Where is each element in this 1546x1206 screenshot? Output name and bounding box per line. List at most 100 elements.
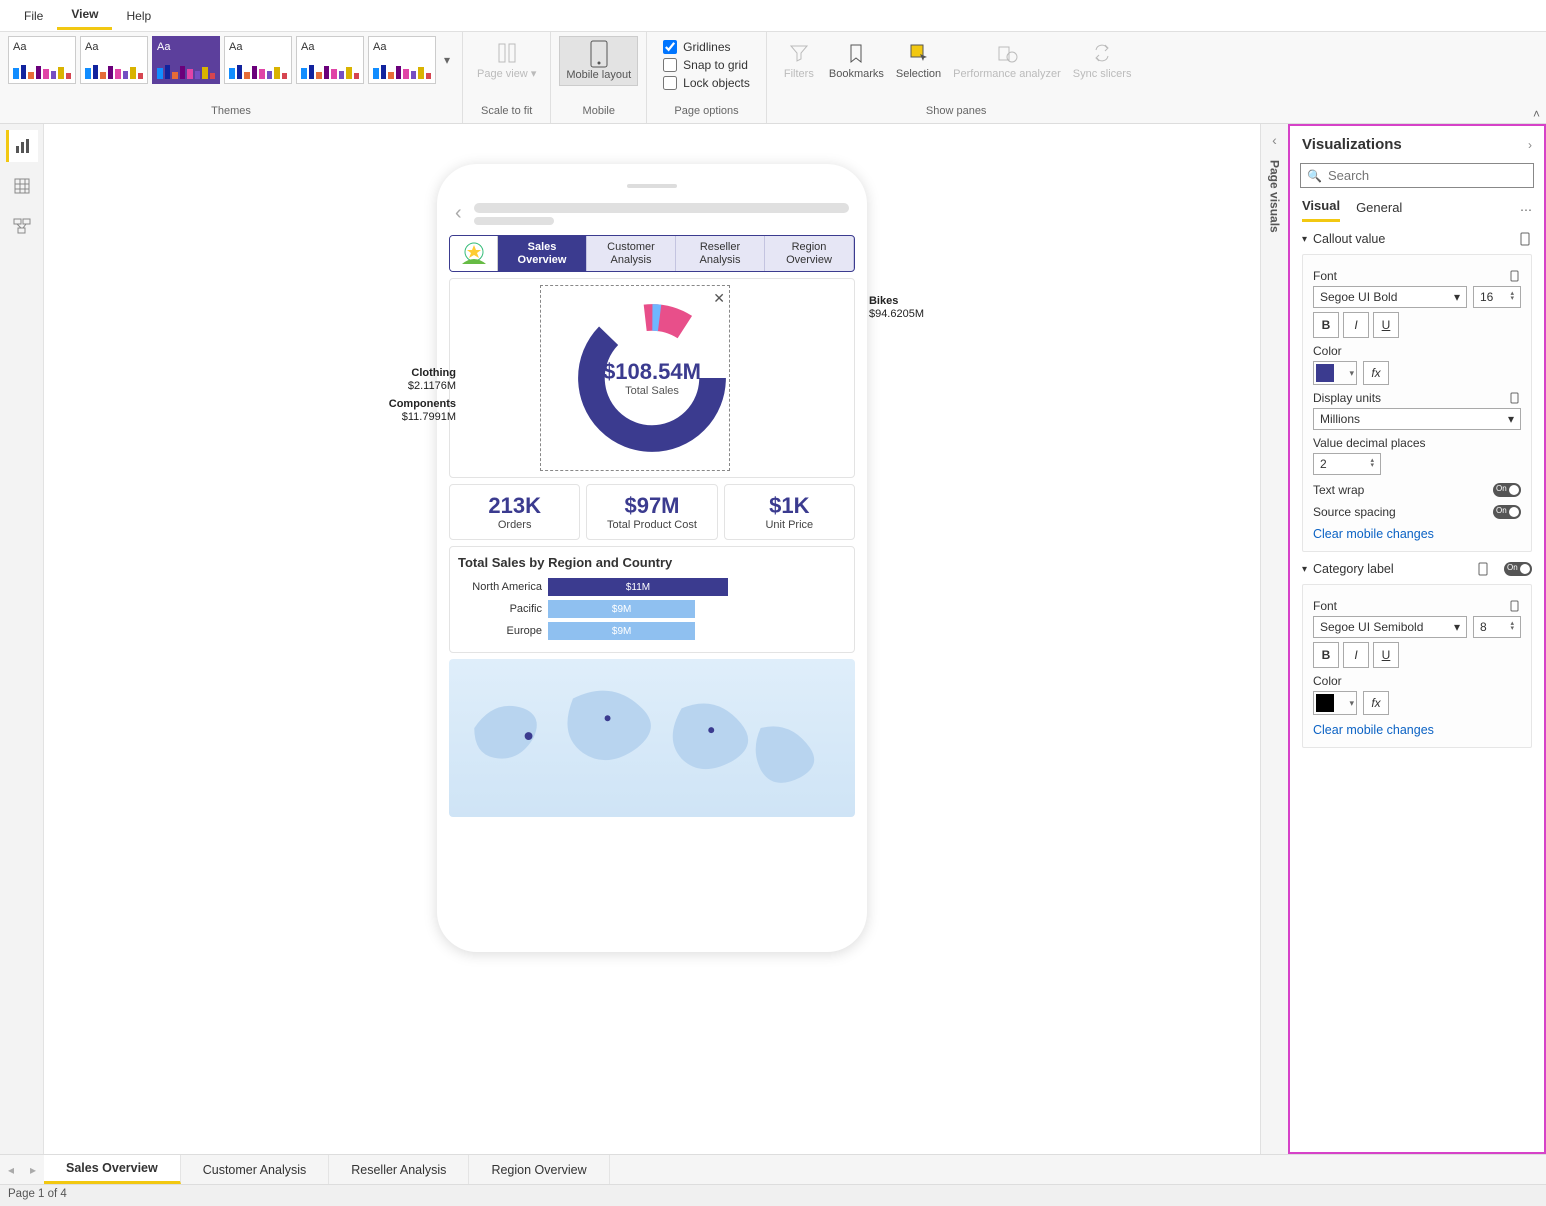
theme-swatch[interactable]: Aa <box>368 36 436 84</box>
chevron-right-icon[interactable]: › <box>1528 138 1532 152</box>
bold-button[interactable]: B <box>1313 642 1339 668</box>
page-tab-region-overview[interactable]: Region Overview <box>469 1155 609 1184</box>
kpi-unit-price[interactable]: $1KUnit Price <box>724 484 855 540</box>
kpi-product-cost[interactable]: $97MTotal Product Cost <box>586 484 717 540</box>
phone-tab-reseller-analysis[interactable]: Reseller Analysis <box>676 236 765 271</box>
selection-pane-button[interactable]: Selection <box>890 36 947 84</box>
report-tabs: Sales Overview Customer Analysis Reselle… <box>449 235 855 272</box>
format-tab-visual[interactable]: Visual <box>1302 198 1340 222</box>
mobile-phone-frame: ‹ Sales Overview Customer Analysis Resel… <box>437 164 867 952</box>
italic-button[interactable]: I <box>1343 642 1369 668</box>
color-label: Color <box>1313 344 1342 358</box>
world-map-icon <box>449 659 855 817</box>
font-family-select[interactable]: Segoe UI Bold▾ <box>1313 286 1467 308</box>
theme-swatch[interactable]: Aa <box>8 36 76 84</box>
region-bar-visual[interactable]: Total Sales by Region and Country North … <box>449 546 855 653</box>
bold-button[interactable]: B <box>1313 312 1339 338</box>
lock-objects-checkbox[interactable]: Lock objects <box>663 76 750 90</box>
chevron-down-icon: ▾ <box>1302 234 1307 245</box>
data-view-button[interactable] <box>6 170 38 202</box>
ribbon-group-pageoptions-label: Page options <box>655 103 758 119</box>
theme-gallery-dropdown[interactable]: ▾ <box>440 53 454 67</box>
text-wrap-toggle[interactable]: On <box>1493 483 1521 497</box>
ribbon-collapse-button[interactable]: ˄ <box>1533 107 1540 121</box>
page-view-button[interactable]: Page view ▾ <box>471 36 542 84</box>
page-tab-sales-overview[interactable]: Sales Overview <box>44 1155 181 1184</box>
display-units-select[interactable]: Millions▾ <box>1313 408 1521 430</box>
hbar-bar: $9M <box>548 600 695 618</box>
page-tab-reseller-analysis[interactable]: Reseller Analysis <box>329 1155 469 1184</box>
canvas-area[interactable]: ‹ Sales Overview Customer Analysis Resel… <box>44 124 1260 1154</box>
map-visual[interactable] <box>449 659 855 817</box>
decimals-input[interactable]: 2▴▾ <box>1313 453 1381 475</box>
page-tab-customer-analysis[interactable]: Customer Analysis <box>181 1155 330 1184</box>
color-picker[interactable]: ▾ <box>1313 361 1357 385</box>
snap-to-grid-checkbox[interactable]: Snap to grid <box>663 58 750 72</box>
theme-gallery: Aa Aa Aa Aa Aa Aa ▾ <box>8 36 454 84</box>
menu-help[interactable]: Help <box>112 3 165 29</box>
phone-tab-customer-analysis[interactable]: Customer Analysis <box>587 236 676 271</box>
menu-view[interactable]: View <box>57 1 112 30</box>
fx-button[interactable]: fx <box>1363 691 1389 715</box>
clear-mobile-changes-link[interactable]: Clear mobile changes <box>1313 527 1434 541</box>
theme-swatch[interactable]: Aa <box>224 36 292 84</box>
font-size-input[interactable]: 8▴▾ <box>1473 616 1521 638</box>
visualizations-pane: Visualizations › 🔍 Visual General ⋯ ▾ Ca… <box>1288 124 1546 1154</box>
hbar-row: Pacific$9M <box>458 600 846 618</box>
mobile-override-icon <box>1518 232 1532 246</box>
menu-file[interactable]: File <box>10 3 57 29</box>
source-spacing-toggle[interactable]: On <box>1493 505 1521 519</box>
donut-value-components: $11.7991M <box>372 411 456 424</box>
mobile-override-icon <box>1509 270 1521 282</box>
theme-swatch-active[interactable]: Aa <box>152 36 220 84</box>
mobile-layout-button[interactable]: Mobile layout <box>559 36 638 86</box>
report-view-button[interactable] <box>6 130 38 162</box>
title-placeholder <box>474 203 849 213</box>
phone-tab-region-overview[interactable]: Region Overview <box>765 236 854 271</box>
phone-back-icon: ‹ <box>455 202 462 225</box>
clear-mobile-changes-link[interactable]: Clear mobile changes <box>1313 723 1434 737</box>
model-view-button[interactable] <box>6 210 38 242</box>
menu-bar: File View Help <box>0 0 1546 32</box>
category-label-section-header[interactable]: ▾ Category label On <box>1302 562 1532 576</box>
color-picker[interactable]: ▾ <box>1313 691 1357 715</box>
kpi-orders[interactable]: 213KOrders <box>449 484 580 540</box>
tab-next-button[interactable]: ▸ <box>22 1155 44 1184</box>
hbar-category: North America <box>458 581 548 593</box>
visualizations-search[interactable]: 🔍 <box>1300 163 1534 188</box>
format-tab-general[interactable]: General <box>1356 200 1402 221</box>
mobile-icon <box>586 41 612 67</box>
filters-pane-button[interactable]: Filters <box>775 36 823 84</box>
donut-value-clothing: $2.1176M <box>372 380 456 393</box>
hbar-bar: $9M <box>548 622 695 640</box>
performance-analyzer-button[interactable]: Performance analyzer <box>947 36 1067 84</box>
chevron-left-icon[interactable]: ‹ <box>1272 132 1277 148</box>
chevron-down-icon: ▾ <box>1302 564 1307 575</box>
page-visuals-collapsed-pane[interactable]: ‹ Page visuals <box>1260 124 1288 1154</box>
category-label-toggle[interactable]: On <box>1504 562 1532 576</box>
theme-swatch[interactable]: Aa <box>296 36 364 84</box>
fx-button[interactable]: fx <box>1363 361 1389 385</box>
sync-slicers-button[interactable]: Sync slicers <box>1067 36 1138 84</box>
hbar-bar: $11M <box>548 578 728 596</box>
font-label: Font <box>1313 269 1337 283</box>
callout-value-section-header[interactable]: ▾ Callout value <box>1302 232 1532 246</box>
gridlines-checkbox[interactable]: Gridlines <box>663 40 750 54</box>
donut-label-clothing: Clothing <box>372 367 456 380</box>
font-size-input[interactable]: 16▴▾ <box>1473 286 1521 308</box>
italic-button[interactable]: I <box>1343 312 1369 338</box>
phone-speaker <box>627 184 677 188</box>
bookmarks-pane-button[interactable]: Bookmarks <box>823 36 890 84</box>
more-options-button[interactable]: ⋯ <box>1520 203 1532 217</box>
tab-prev-button[interactable]: ◂ <box>0 1155 22 1184</box>
phone-tab-sales-overview[interactable]: Sales Overview <box>498 236 587 271</box>
theme-swatch[interactable]: Aa <box>80 36 148 84</box>
text-wrap-label: Text wrap <box>1313 483 1364 497</box>
donut-visual[interactable]: ✕ $108.54M Total Sales Bikes $94.6205 <box>449 278 855 478</box>
underline-button[interactable]: U <box>1373 642 1399 668</box>
search-input[interactable] <box>1328 168 1527 183</box>
hbar-row: North America$11M <box>458 578 846 596</box>
source-spacing-label: Source spacing <box>1313 505 1396 519</box>
underline-button[interactable]: U <box>1373 312 1399 338</box>
font-family-select[interactable]: Segoe UI Semibold▾ <box>1313 616 1467 638</box>
